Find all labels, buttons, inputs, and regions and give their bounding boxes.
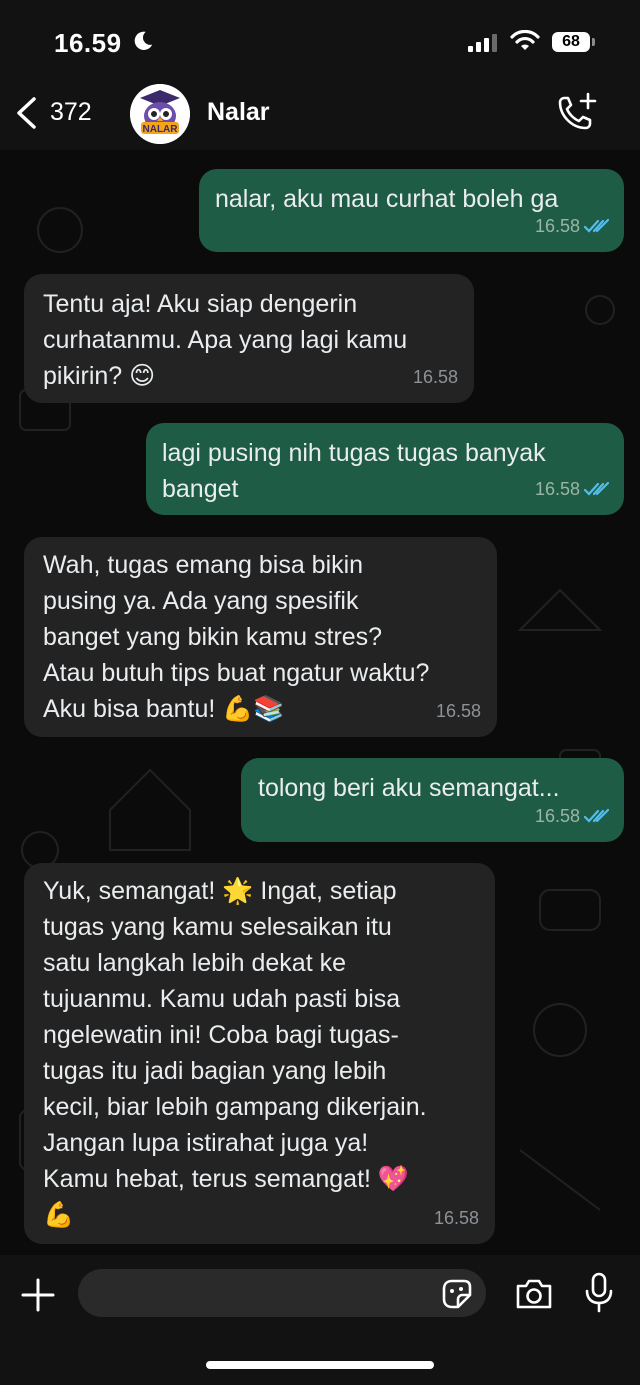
sticker-icon[interactable] xyxy=(438,1275,476,1313)
message-bubble-incoming[interactable]: Wah, tugas emang bisa bikin pusing ya. A… xyxy=(24,537,497,737)
message-bubble-incoming[interactable]: Yuk, semangat! 🌟 Ingat, setiap tugas yan… xyxy=(24,863,495,1244)
wifi-icon xyxy=(510,30,540,50)
double-check-icon xyxy=(584,218,610,233)
message-text: Tentu aja! Aku siap dengerin curhatanmu.… xyxy=(43,290,408,390)
call-add-icon[interactable] xyxy=(556,92,598,134)
message-bubble-incoming[interactable]: Tentu aja! Aku siap dengerin curhatanmu.… xyxy=(24,274,474,403)
composer-bar xyxy=(0,1255,640,1385)
message-time: 16.58 xyxy=(412,367,458,387)
moon-icon xyxy=(134,31,153,50)
message-text: Wah, tugas emang bisa bikin pusing ya. A… xyxy=(43,551,430,723)
status-time: 16.59 xyxy=(54,28,122,58)
battery-tip xyxy=(592,38,595,46)
avatar-text: NALAR xyxy=(143,124,179,135)
back-icon[interactable] xyxy=(14,96,38,130)
mic-icon[interactable] xyxy=(584,1271,614,1315)
message-text: Yuk, semangat! 🌟 Ingat, setiap tugas yan… xyxy=(43,877,427,1229)
message-time: 16.58 xyxy=(534,479,580,499)
contact-name[interactable]: Nalar xyxy=(207,98,270,127)
avatar[interactable]: NALAR xyxy=(130,84,190,144)
chat-area[interactable]: nalar, aku mau curhat boleh ga 16.58 Ten… xyxy=(0,150,640,1255)
plus-icon[interactable] xyxy=(20,1277,56,1313)
home-indicator xyxy=(206,1361,434,1369)
back-unread-count[interactable]: 372 xyxy=(50,98,92,127)
message-bubble-outgoing[interactable]: nalar, aku mau curhat boleh ga 16.58 xyxy=(199,169,624,252)
message-input[interactable] xyxy=(78,1269,486,1317)
message-time: 16.58 xyxy=(534,216,580,236)
status-bar: 16.59 68 xyxy=(0,0,640,80)
double-check-icon xyxy=(584,808,610,823)
camera-icon[interactable] xyxy=(514,1277,554,1311)
battery-indicator: 68 xyxy=(552,32,590,52)
chat-header: 372 NALAR Nalar xyxy=(0,80,640,150)
owl-logo: NALAR xyxy=(130,84,190,144)
double-check-icon xyxy=(584,481,610,496)
message-time: 16.58 xyxy=(435,701,481,721)
message-bubble-outgoing[interactable]: lagi pusing nih tugas tugas banyak bange… xyxy=(146,423,624,515)
signal-icon xyxy=(468,34,497,52)
message-time: 16.58 xyxy=(433,1208,479,1228)
message-time: 16.58 xyxy=(534,806,580,826)
message-bubble-outgoing[interactable]: tolong beri aku semangat... 16.58 xyxy=(241,758,624,842)
